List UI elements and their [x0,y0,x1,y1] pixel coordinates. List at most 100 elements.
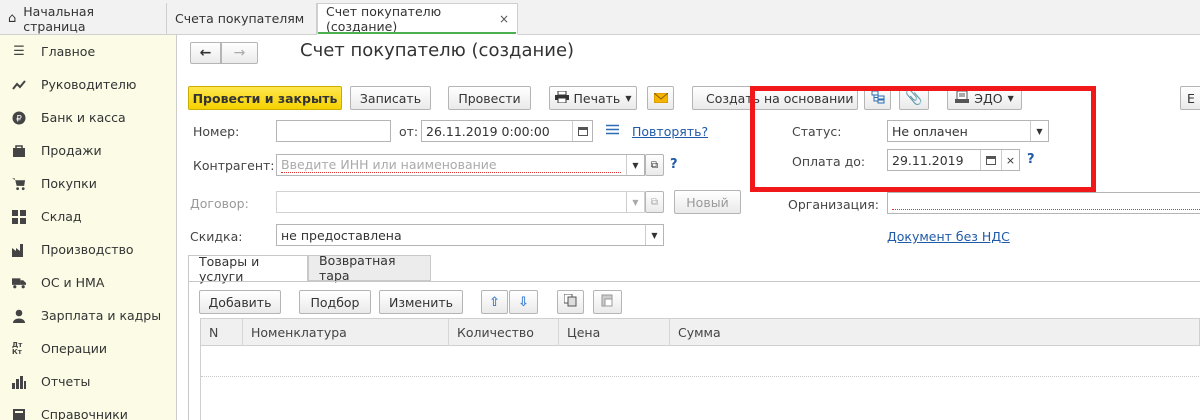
counterparty-label: Контрагент: [193,158,275,173]
table-body[interactable] [200,346,1200,420]
column-header-n[interactable]: N [201,319,243,346]
sidebar-item-operations[interactable]: Дт Кт Операции [0,332,176,365]
copy-button[interactable] [557,290,584,314]
paste-button[interactable] [593,290,622,314]
repeat-link[interactable]: Повторять? [632,124,708,139]
post-button[interactable]: Провести [448,86,531,110]
chevron-down-icon[interactable]: ▼ [626,155,644,175]
table-header: N Номенклатура Количество Цена Сумма [200,318,1200,346]
sidebar-item-label: Главное [41,44,96,59]
sidebar-item-reports[interactable]: Отчеты [0,365,176,398]
organization-input[interactable] [887,192,1200,214]
help-icon[interactable]: ? [670,157,678,172]
back-button[interactable]: ← [190,42,221,64]
sidebar-item-label: Продажи [41,143,102,158]
contract-label: Договор: [190,196,249,211]
copy-icon [563,293,577,310]
sidebar-item-label: Производство [41,242,134,257]
more-button[interactable]: Е [1180,86,1200,110]
chevron-down-icon: ▼ [625,93,632,103]
sidebar-item-label: Зарплата и кадры [41,308,162,323]
number-field[interactable] [276,120,391,142]
tabs-divider [188,281,1200,282]
active-tab-indicator [318,32,516,34]
sidebar-item-label: Руководителю [41,77,137,92]
forward-button[interactable]: → [221,42,258,64]
chevron-down-icon[interactable]: ▼ [645,225,663,245]
arrow-right-icon: → [233,45,246,61]
open-contract-button[interactable]: ⧉ [645,191,664,213]
dt-kt-icon: Дт Кт [12,340,23,356]
bag-icon [12,144,26,158]
sidebar-item-production[interactable]: Производство [0,233,176,266]
person-icon [12,309,26,323]
home-icon: ⌂ [8,11,17,26]
tab-home[interactable]: ⌂ Начальная страница [0,3,167,34]
new-contract-button[interactable]: Новый [674,190,741,214]
counterparty-placeholder: Введите ИНН или наименование [281,157,621,173]
paste-icon [601,294,614,310]
date-field[interactable]: 26.11.2019 0:00:00 [421,120,593,142]
tab-home-label: Начальная страница [23,3,95,34]
tab-goods-services[interactable]: Товары и услуги [188,254,308,284]
tab-returnable-tare[interactable]: Возвратная тара [308,253,431,283]
arrow-left-icon: ← [199,45,212,61]
change-button[interactable]: Изменить [379,290,463,314]
cart-icon [12,177,26,191]
column-header-sum[interactable]: Сумма [670,319,1200,346]
post-and-close-button[interactable]: Провести и закрыть [188,86,342,110]
column-header-nomenclature[interactable]: Номенклатура [243,319,449,346]
tab-current-label: Счет покупателю (создание) [326,3,442,34]
add-row-button[interactable]: Добавить [199,290,281,314]
column-header-quantity[interactable]: Количество [449,319,559,346]
svg-text:₽: ₽ [16,114,22,124]
sidebar-item-label: Отчеты [41,374,91,389]
sidebar-item-label: Склад [41,209,82,224]
ruble-icon: ₽ [12,111,26,125]
sidebar-item-purchases[interactable]: Покупки [0,167,176,200]
discount-value: не предоставлена [281,227,402,243]
list-icon[interactable] [606,124,619,138]
sidebar-item-assets[interactable]: ОС и НМА [0,266,176,299]
chevron-down-icon[interactable]: ▼ [626,192,644,212]
calendar-icon[interactable] [572,121,592,141]
sidebar-item-label: Покупки [41,176,97,191]
tab-current-invoice[interactable]: Счет покупателю (создание) × [317,3,518,35]
trend-icon [12,78,26,92]
print-button[interactable]: Печать ▼ [549,86,637,110]
sidebar-item-main[interactable]: ☰ Главное [0,35,176,68]
contract-input[interactable]: ▼ [276,191,645,213]
vat-link[interactable]: Документ без НДС [887,229,1010,244]
grid-icon [12,209,26,224]
envelope-icon [653,91,668,106]
arrow-down-icon: ⇩ [518,294,529,310]
move-up-button[interactable]: ⇧ [481,290,508,314]
sidebar-item-label: Справочники [41,407,128,420]
sidebar-item-sales[interactable]: Продажи [0,134,176,167]
sidebar-item-label: Операции [41,341,108,356]
discount-select[interactable]: не предоставлена ▼ [276,224,664,246]
email-button[interactable] [647,86,674,110]
page-title: Счет покупателю (создание) [300,40,575,61]
save-button[interactable]: Записать [350,86,431,110]
bar-chart-icon [12,375,26,389]
tab-invoices[interactable]: Счета покупателям [167,3,317,34]
close-icon[interactable]: × [499,12,509,26]
sidebar-item-manager[interactable]: Руководителю [0,68,176,101]
number-label: Номер: [193,124,240,139]
sidebar-item-warehouse[interactable]: Склад [0,200,176,233]
select-items-button[interactable]: Подбор [299,290,371,314]
table-row-divider [201,376,1200,377]
sidebar-item-bank[interactable]: ₽ Банк и касса [0,101,176,134]
sidebar-item-label: ОС и НМА [41,275,105,290]
arrow-up-icon: ⇧ [489,294,500,310]
sidebar-item-directories[interactable]: Справочники [0,398,176,420]
counterparty-input[interactable]: Введите ИНН или наименование ▼ [276,154,645,176]
menu-icon: ☰ [13,44,25,59]
sidebar-item-salary[interactable]: Зарплата и кадры [0,299,176,332]
highlight-frame [750,86,1096,192]
move-down-button[interactable]: ⇩ [509,290,538,314]
open-counterparty-button[interactable]: ⧉ [645,154,664,176]
discount-label: Скидка: [190,229,243,244]
column-header-price[interactable]: Цена [559,319,670,346]
